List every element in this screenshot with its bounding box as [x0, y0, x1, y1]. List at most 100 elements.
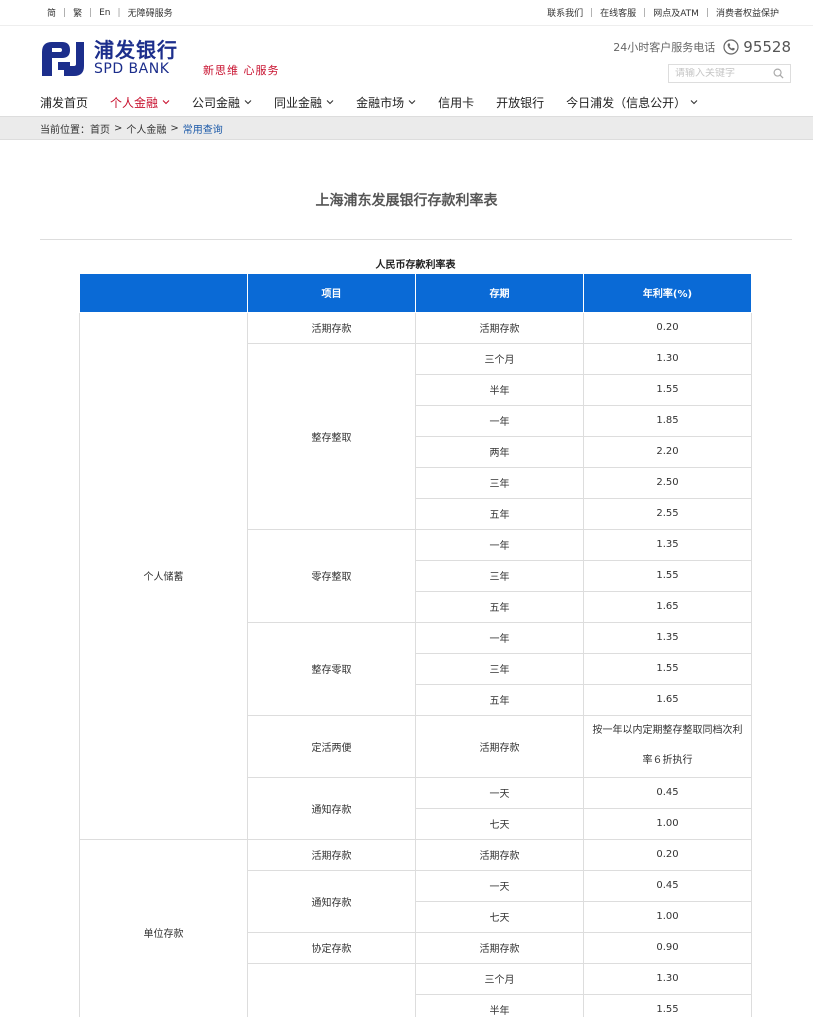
rate-cell: 按一年以内定期整存整取同档次利率６折执行	[583, 714, 752, 778]
nav-label: 浦发首页	[40, 95, 89, 110]
term-cell: 三年	[415, 466, 584, 499]
spd-bank-logo[interactable]: 浦发银行 SPD BANK	[40, 38, 178, 78]
chevron-down-icon	[244, 100, 252, 105]
rate-cell: 1.30	[583, 962, 752, 995]
column-header-term: 存期	[415, 274, 584, 313]
breadcrumb: 当前位置： 首页 > 个人金融 > 常用查询	[0, 116, 813, 140]
item-cell: 活期存款	[247, 311, 416, 344]
rate-cell: 2.20	[583, 435, 752, 468]
hotline-label: 24小时客户服务电话	[613, 41, 716, 54]
rate-cell: 1.55	[583, 373, 752, 406]
table-row: 单位存款 活期存款 活期存款 0.20	[79, 838, 752, 1017]
deposit-rate-table: 项目 存期 年利率(%) 个人储蓄 活期存款 活期存款 0.20 整存整取 三个月 1.30…	[79, 274, 752, 1017]
item-cell	[247, 962, 416, 1017]
page-title: 上海浦东发展银行存款利率表	[315, 193, 498, 209]
rate-cell: 1.35	[583, 621, 752, 654]
breadcrumb-home[interactable]: 首页	[90, 121, 110, 136]
term-cell: 三年	[415, 652, 584, 685]
term-cell: 三个月	[415, 962, 584, 995]
item-cell: 协定存款	[247, 931, 416, 964]
term-cell: 一年	[415, 404, 584, 437]
item-cell: 零存整取	[247, 528, 416, 623]
accessibility-link[interactable]: 无障碍服务	[121, 6, 180, 19]
rate-cell: 0.45	[583, 776, 752, 809]
online-service-link[interactable]: 在线客服	[593, 6, 643, 19]
rate-cell: 0.90	[583, 931, 752, 964]
table-header-row: 项目 存期 年利率(%)	[79, 274, 752, 313]
breadcrumb-separator: >	[170, 122, 179, 134]
contact-us-link[interactable]: 联系我们	[540, 6, 590, 19]
term-cell: 一年	[415, 621, 584, 654]
rate-cell: 1.55	[583, 993, 752, 1017]
nav-label: 个人金融	[110, 95, 159, 110]
category-cell: 个人储蓄	[79, 311, 248, 840]
nav-financial-markets[interactable]: 金融市场	[356, 94, 416, 111]
rate-cell: 1.85	[583, 404, 752, 437]
nav-corporate-finance[interactable]: 公司金融	[192, 94, 252, 111]
rate-cell: 1.55	[583, 559, 752, 592]
rate-cell: 1.35	[583, 528, 752, 561]
nav-label: 信用卡	[438, 95, 475, 110]
logo-chinese-name: 浦发银行	[94, 38, 178, 62]
breadcrumb-personal-finance[interactable]: 个人金融	[126, 121, 166, 136]
top-utility-bar: 简 | 繁 | En | 无障碍服务 联系我们 | 在线客服 | 网点及ATM | 消费者权…	[0, 0, 813, 26]
rate-cell: 2.55	[583, 497, 752, 530]
nav-label: 开放银行	[496, 95, 545, 110]
item-cell: 整存零取	[247, 621, 416, 716]
nav-label: 公司金融	[192, 95, 241, 110]
item-cell: 通知存款	[247, 776, 416, 840]
nav-interbank-finance[interactable]: 同业金融	[274, 94, 334, 111]
nav-home[interactable]: 浦发首页	[40, 94, 88, 111]
term-cell: 七天	[415, 807, 584, 840]
column-header-rate: 年利率(%)	[583, 274, 752, 313]
term-cell: 活期存款	[415, 838, 584, 871]
term-cell: 三年	[415, 559, 584, 592]
nav-personal-finance[interactable]: 个人金融	[110, 94, 170, 111]
nav-open-banking[interactable]: 开放银行	[496, 94, 544, 111]
nav-label: 同业金融	[274, 95, 323, 110]
divider	[40, 239, 792, 240]
search-icon[interactable]	[773, 68, 784, 79]
term-cell: 半年	[415, 993, 584, 1017]
language-switcher: 简 | 繁 | En | 无障碍服务	[40, 6, 180, 20]
rate-cell: 2.50	[583, 466, 752, 499]
rate-cell: 0.20	[583, 838, 752, 871]
nav-label: 今日浦发（信息公开）	[566, 95, 687, 110]
term-cell: 五年	[415, 590, 584, 623]
nav-credit-card[interactable]: 信用卡	[438, 94, 474, 111]
breadcrumb-current[interactable]: 常用查询	[183, 121, 223, 136]
table-body: 个人储蓄 活期存款 活期存款 0.20 整存整取 三个月 1.30 半年 1.55 一年 1.85 两…	[79, 311, 752, 1017]
term-cell: 五年	[415, 497, 584, 530]
lang-english-link[interactable]: En	[92, 8, 117, 18]
term-cell: 活期存款	[415, 311, 584, 344]
table-row: 个人储蓄 活期存款 活期存款 0.20	[79, 311, 752, 840]
search-input[interactable]	[675, 68, 765, 79]
site-header: 浦发银行 SPD BANK 新思维 心服务 24小时客户服务电话 95528	[0, 26, 813, 88]
branch-atm-link[interactable]: 网点及ATM	[646, 6, 706, 19]
column-header	[79, 274, 248, 313]
utility-links: 联系我们 | 在线客服 | 网点及ATM | 消费者权益保护	[540, 6, 786, 20]
rate-cell: 1.00	[583, 807, 752, 840]
rate-cell: 1.55	[583, 652, 752, 685]
consumer-protection-link[interactable]: 消费者权益保护	[709, 6, 786, 19]
category-cell: 单位存款	[79, 838, 248, 1017]
lang-simplified-link[interactable]: 简	[40, 6, 63, 19]
nav-label: 金融市场	[356, 95, 405, 110]
rate-cell: 0.45	[583, 869, 752, 902]
nav-today-spdb[interactable]: 今日浦发（信息公开）	[566, 94, 698, 111]
item-cell: 定活两便	[247, 714, 416, 778]
breadcrumb-separator: >	[114, 122, 123, 134]
rate-cell: 1.65	[583, 683, 752, 716]
chevron-down-icon	[326, 100, 334, 105]
item-cell: 活期存款	[247, 838, 416, 871]
slogan: 新思维 心服务	[203, 64, 280, 77]
lang-traditional-link[interactable]: 繁	[66, 6, 89, 19]
chevron-down-icon	[162, 100, 170, 105]
search-box	[668, 64, 791, 83]
breadcrumb-label: 当前位置：	[40, 124, 90, 136]
term-cell: 七天	[415, 900, 584, 933]
chevron-down-icon	[408, 100, 416, 105]
phone-icon	[723, 39, 739, 55]
term-cell: 五年	[415, 683, 584, 716]
rate-cell: 1.65	[583, 590, 752, 623]
